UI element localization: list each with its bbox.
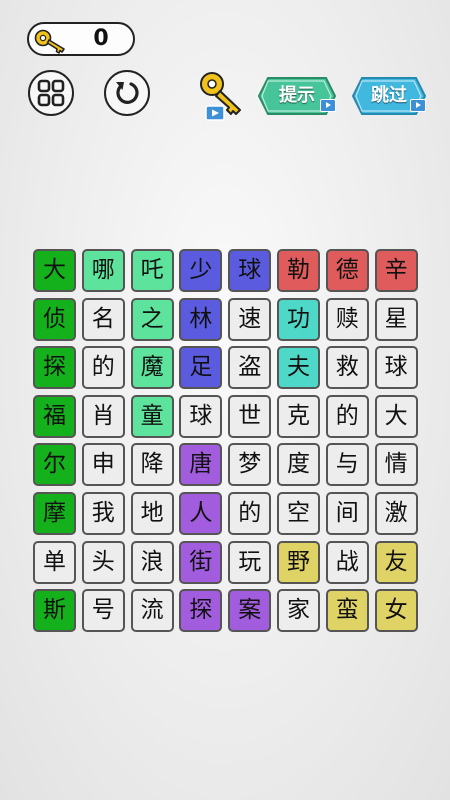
grid-cell[interactable]: 家	[277, 589, 320, 633]
grid-cell[interactable]: 哪	[81, 249, 125, 292]
grid-cell[interactable]: 我	[81, 492, 125, 535]
grid-cell[interactable]: 名	[81, 297, 125, 341]
grid-cell[interactable]: 玩	[228, 540, 272, 584]
grid-cell[interactable]: 探	[179, 589, 223, 633]
grid-cell[interactable]: 流	[130, 589, 174, 633]
grid-cell[interactable]: 野	[277, 540, 320, 584]
grid-cell[interactable]: 吒	[130, 249, 174, 292]
grid-cell[interactable]: 头	[81, 540, 125, 584]
grid-cell[interactable]: 女	[374, 589, 418, 633]
grid-cell[interactable]: 降	[130, 443, 174, 487]
grid-cell[interactable]: 斯	[33, 589, 76, 633]
grid-cell[interactable]: 功	[277, 297, 320, 341]
grid-cell[interactable]: 赎	[325, 297, 369, 341]
character-grid: 大哪吒少球勒德辛侦名之林速功赎星探的魔足盗夫救球福肖童球世克的大尔申降唐梦度与情…	[0, 0, 450, 800]
grid-cell[interactable]: 梦	[228, 443, 272, 487]
grid-cell[interactable]: 浪	[130, 540, 174, 584]
grid-cell[interactable]: 大	[33, 249, 76, 292]
grid-cell[interactable]: 肖	[81, 394, 125, 438]
grid-cell[interactable]: 球	[179, 394, 223, 438]
grid-cell[interactable]: 的	[228, 492, 272, 535]
grid-cell[interactable]: 德	[325, 249, 369, 292]
grid-cell[interactable]: 大	[374, 394, 418, 438]
grid-cell[interactable]: 世	[228, 394, 272, 438]
grid-cell[interactable]: 人	[179, 492, 223, 535]
grid-cell[interactable]: 星	[374, 297, 418, 341]
grid-cell[interactable]: 案	[228, 589, 272, 633]
grid-cell[interactable]: 的	[325, 394, 369, 438]
grid-cell[interactable]: 空	[277, 492, 320, 535]
grid-cell[interactable]: 少	[179, 249, 223, 292]
grid-cell[interactable]: 探	[33, 346, 76, 390]
grid-cell[interactable]: 情	[374, 443, 418, 487]
grid-cell[interactable]: 之	[130, 297, 174, 341]
grid-cell[interactable]: 度	[277, 443, 320, 487]
grid-cell[interactable]: 间	[325, 492, 369, 535]
grid-cell[interactable]: 号	[81, 589, 125, 633]
grid-cell[interactable]: 尔	[33, 443, 76, 487]
grid-cell[interactable]: 球	[228, 249, 272, 292]
grid-cell[interactable]: 侦	[33, 297, 76, 341]
grid-cell[interactable]: 勒	[277, 249, 320, 292]
grid-cell[interactable]: 唐	[179, 443, 223, 487]
grid-cell[interactable]: 蛮	[325, 589, 369, 633]
grid-cell[interactable]: 战	[325, 540, 369, 584]
grid-cell[interactable]: 夫	[277, 346, 320, 390]
grid-cell[interactable]: 友	[374, 540, 418, 584]
grid-cell[interactable]: 摩	[33, 492, 76, 535]
grid-cell[interactable]: 童	[130, 394, 174, 438]
grid-cell[interactable]: 林	[179, 297, 223, 341]
grid-cell[interactable]: 街	[179, 540, 223, 584]
grid-cell[interactable]: 单	[33, 540, 76, 584]
grid-cell[interactable]: 的	[81, 346, 125, 390]
grid-cell[interactable]: 救	[325, 346, 369, 390]
grid-cell[interactable]: 球	[374, 346, 418, 390]
grid-cell[interactable]: 申	[81, 443, 125, 487]
grid-cell[interactable]: 激	[374, 492, 418, 535]
grid-cell[interactable]: 地	[130, 492, 174, 535]
grid-cell[interactable]: 盗	[228, 346, 272, 390]
grid-cell[interactable]: 辛	[374, 249, 418, 292]
grid-cell[interactable]: 克	[277, 394, 320, 438]
grid-cell[interactable]: 福	[33, 394, 76, 438]
grid-cell[interactable]: 魔	[130, 346, 174, 390]
grid-cell[interactable]: 与	[325, 443, 369, 487]
grid-cell[interactable]: 速	[228, 297, 272, 341]
grid-cell[interactable]: 足	[179, 346, 223, 390]
